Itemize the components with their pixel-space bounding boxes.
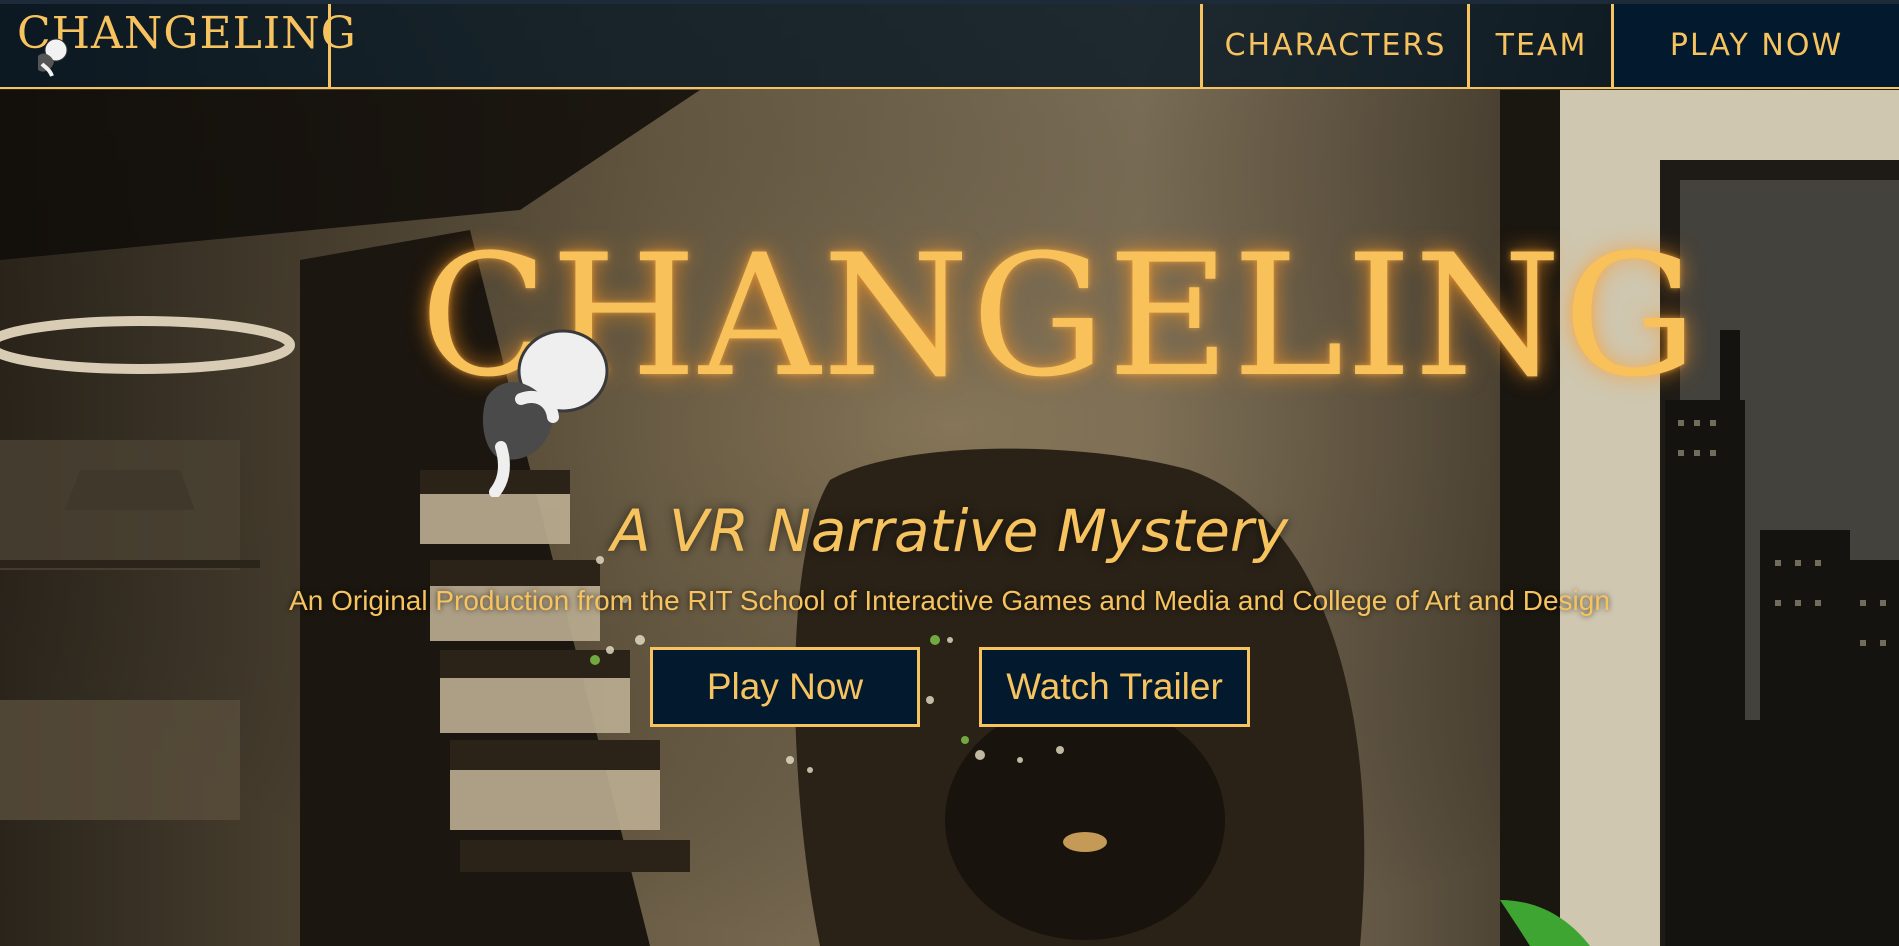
nav-team-link[interactable]: TEAM <box>1467 4 1613 87</box>
nav-characters-link[interactable]: CHARACTERS <box>1200 4 1468 87</box>
baby-logo-icon <box>38 38 68 77</box>
top-navbar: CHANGELING CHARACTERS TEAM PLAY NOW <box>0 0 1899 89</box>
sleeping-baby-icon <box>482 329 609 497</box>
brand-logo-link[interactable]: CHANGELING <box>0 4 356 87</box>
nav-play-now-button[interactable]: PLAY NOW <box>1611 4 1899 87</box>
hero-logo: CHANGELING <box>420 232 1697 502</box>
hero-tagline: A VR Narrative Mystery <box>610 497 1289 565</box>
hero-subline: An Original Production from the RIT Scho… <box>289 585 1610 616</box>
play-now-button[interactable]: Play Now <box>650 647 920 727</box>
watch-trailer-button[interactable]: Watch Trailer <box>979 647 1250 727</box>
